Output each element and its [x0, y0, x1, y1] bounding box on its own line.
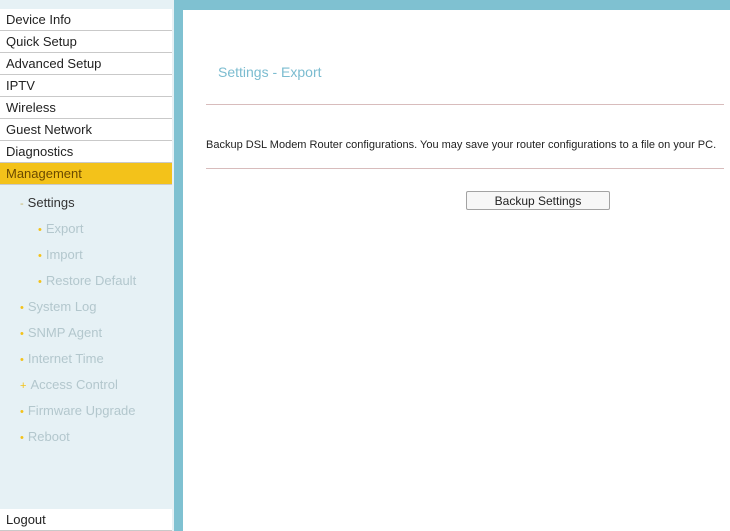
sidebar-item-logout[interactable]: Logout	[0, 509, 172, 531]
sidebar-subitem-firmware-upgrade[interactable]: • Firmware Upgrade	[0, 398, 192, 424]
sidebar-subitem-label: Access Control	[30, 377, 118, 392]
sidebar-item-quick-setup[interactable]: Quick Setup	[0, 31, 172, 53]
sidebar-subitem-settings[interactable]: - Settings	[0, 190, 192, 216]
sidebar-subitem-label: Internet Time	[27, 351, 104, 366]
bullet-icon: •	[38, 276, 42, 288]
sidebar-subitem-system-log[interactable]: • System Log	[0, 294, 192, 320]
sidebar-subitem-label: SNMP Agent	[27, 325, 103, 340]
bullet-icon: •	[20, 406, 24, 418]
sidebar-subitem-label: System Log	[27, 299, 97, 314]
sidebar-nav: Device Info Quick Setup Advanced Setup I…	[0, 0, 174, 531]
bullet-icon: •	[38, 224, 42, 236]
bullet-icon: •	[20, 354, 24, 366]
sidebar-subitem-snmp-agent[interactable]: • SNMP Agent	[0, 320, 192, 346]
bullet-icon: •	[20, 302, 24, 314]
sidebar-item-iptv[interactable]: IPTV	[0, 75, 172, 97]
sidebar-subitem-label: Reboot	[27, 429, 70, 444]
page-description: Backup DSL Modem Router configurations. …	[206, 139, 717, 151]
bullet-icon: •	[20, 432, 24, 444]
sidebar-divider	[174, 0, 183, 531]
sidebar-subitem-label: Export	[45, 221, 84, 236]
sidebar-item-device-info[interactable]: Device Info	[0, 9, 172, 31]
divider	[206, 104, 724, 105]
sidebar-subitem-label: Import	[45, 247, 83, 262]
bullet-icon: •	[38, 250, 42, 262]
bullet-icon: +	[20, 380, 27, 392]
divider	[206, 168, 724, 169]
sidebar-item-management[interactable]: Management	[0, 163, 172, 185]
sidebar-subitem-label: Restore Default	[45, 273, 137, 288]
bullet-icon: -	[20, 198, 24, 210]
backup-settings-button[interactable]: Backup Settings	[466, 191, 610, 210]
page-title: Settings - Export	[218, 64, 322, 80]
sidebar-subitem-access-control[interactable]: + Access Control	[0, 372, 192, 398]
sidebar-subitem-label: Settings	[27, 195, 75, 210]
sidebar-item-wireless[interactable]: Wireless	[0, 97, 172, 119]
sidebar-item-diagnostics[interactable]: Diagnostics	[0, 141, 172, 163]
sidebar-subitem-label: Firmware Upgrade	[27, 403, 136, 418]
bullet-icon: •	[20, 328, 24, 340]
sidebar-item-guest-network[interactable]: Guest Network	[0, 119, 172, 141]
sidebar-subitem-reboot[interactable]: • Reboot	[0, 424, 192, 450]
sidebar-subitem-internet-time[interactable]: • Internet Time	[0, 346, 192, 372]
top-banner-bar	[183, 0, 730, 10]
sidebar-item-advanced-setup[interactable]: Advanced Setup	[0, 53, 172, 75]
